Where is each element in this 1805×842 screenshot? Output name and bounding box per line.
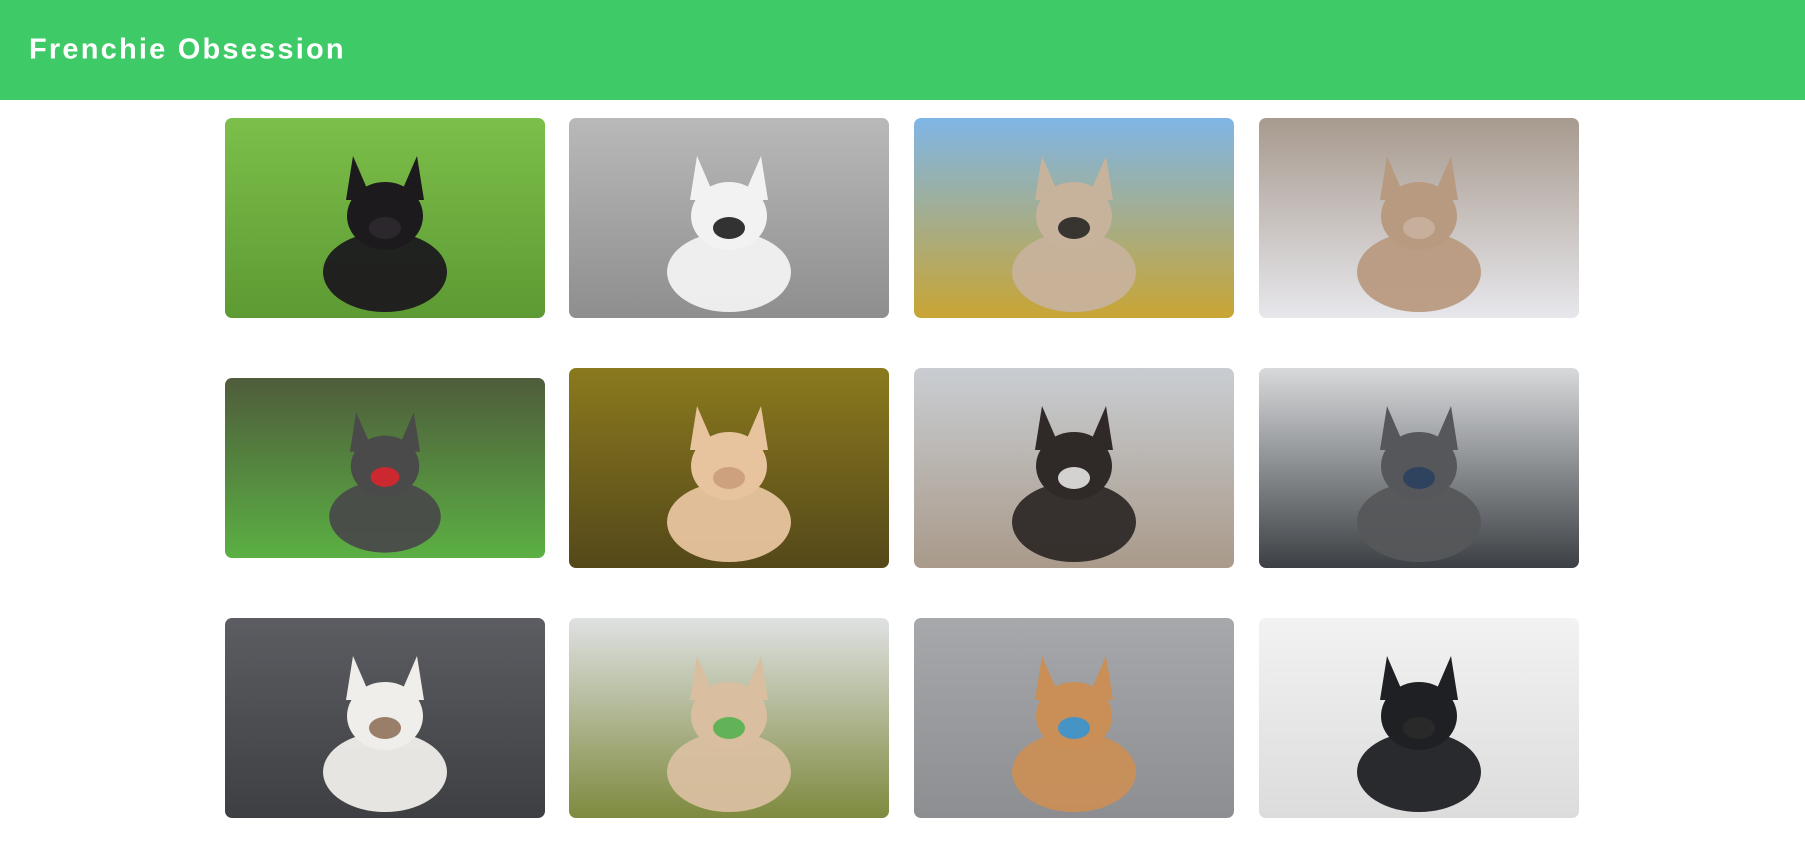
- gallery-photo[interactable]: [914, 118, 1234, 318]
- gallery-photo[interactable]: [225, 618, 545, 818]
- gallery-photo[interactable]: [1259, 118, 1579, 318]
- dog-photo-image: [569, 368, 889, 568]
- dog-photo-image: [914, 368, 1234, 568]
- app-header: Frenchie Obsession: [0, 0, 1805, 100]
- dog-photo-image: [225, 378, 545, 558]
- dog-photo-image: [914, 618, 1234, 818]
- photo-gallery: [0, 0, 1805, 842]
- dog-photo-image: [225, 618, 545, 818]
- gallery-photo[interactable]: [569, 368, 889, 568]
- gallery-photo[interactable]: [569, 118, 889, 318]
- dog-photo-image: [1259, 118, 1579, 318]
- gallery-photo[interactable]: [914, 618, 1234, 818]
- dog-photo-image: [914, 118, 1234, 318]
- gallery-photo[interactable]: [225, 118, 545, 318]
- gallery-photo[interactable]: [225, 378, 545, 558]
- gallery-photo[interactable]: [914, 368, 1234, 568]
- app-title: Frenchie Obsession: [29, 33, 346, 66]
- gallery-photo[interactable]: [569, 618, 889, 818]
- dog-photo-image: [1259, 618, 1579, 818]
- dog-photo-image: [569, 618, 889, 818]
- gallery-photo[interactable]: [1259, 368, 1579, 568]
- dog-photo-image: [1259, 368, 1579, 568]
- dog-photo-image: [225, 118, 545, 318]
- gallery-photo[interactable]: [1259, 618, 1579, 818]
- dog-photo-image: [569, 118, 889, 318]
